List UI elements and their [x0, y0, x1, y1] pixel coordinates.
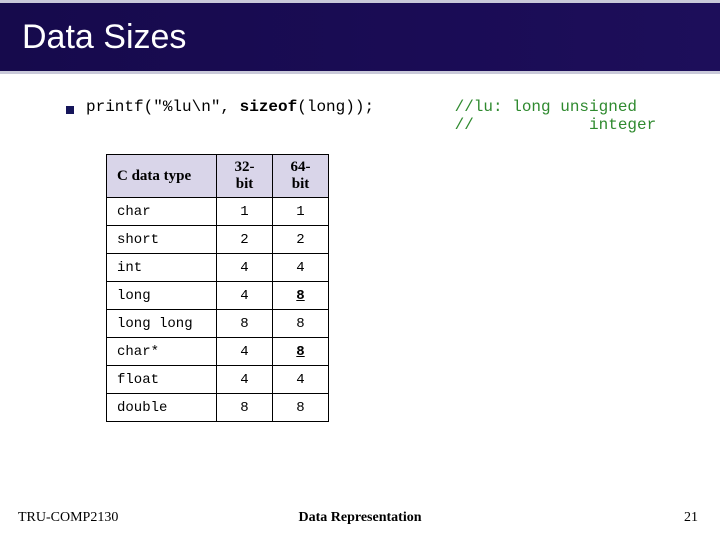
bullet-icon	[66, 106, 74, 114]
cell-64bit: 8	[273, 394, 329, 422]
cell-ctype: short	[107, 226, 217, 254]
code-keyword: sizeof	[240, 98, 298, 116]
table-header-row: C data type 32-bit 64-bit	[107, 155, 329, 198]
table-row: long long88	[107, 310, 329, 338]
cell-32bit: 2	[217, 226, 273, 254]
th-ctype: C data type	[107, 155, 217, 198]
cell-64bit: 8	[273, 282, 329, 310]
th-64bit: 64-bit	[273, 155, 329, 198]
cell-ctype: char	[107, 198, 217, 226]
table-body: char11short22int44long48long long88char*…	[107, 198, 329, 422]
footer-course: TRU-COMP2130	[18, 510, 118, 526]
cell-64bit: 4	[273, 366, 329, 394]
cell-ctype: double	[107, 394, 217, 422]
cell-ctype: long long	[107, 310, 217, 338]
cell-32bit: 1	[217, 198, 273, 226]
title-bar: Data Sizes	[0, 0, 720, 74]
cell-ctype: long	[107, 282, 217, 310]
cell-64bit: 4	[273, 254, 329, 282]
code-part1: printf("%lu\n",	[86, 98, 240, 116]
cell-ctype: int	[107, 254, 217, 282]
cell-32bit: 4	[217, 282, 273, 310]
table-row: short22	[107, 226, 329, 254]
cell-32bit: 4	[217, 254, 273, 282]
cell-32bit: 8	[217, 310, 273, 338]
th-32bit: 32-bit	[217, 155, 273, 198]
data-sizes-table: C data type 32-bit 64-bit char11short22i…	[106, 154, 329, 422]
slide: Data Sizes printf("%lu\n", sizeof(long))…	[0, 0, 720, 540]
cell-64bit: 8	[273, 310, 329, 338]
cell-64bit: 1	[273, 198, 329, 226]
table-row: long48	[107, 282, 329, 310]
cell-32bit: 8	[217, 394, 273, 422]
cell-32bit: 4	[217, 366, 273, 394]
code-line: printf("%lu\n", sizeof(long));	[86, 98, 374, 116]
table-row: char11	[107, 198, 329, 226]
cell-64bit: 2	[273, 226, 329, 254]
footer-pagenum: 21	[684, 510, 698, 526]
table-row: char*48	[107, 338, 329, 366]
cell-ctype: float	[107, 366, 217, 394]
table-row: int44	[107, 254, 329, 282]
comment-line1: //lu: long unsigned	[445, 98, 637, 116]
cell-64bit: 8	[273, 338, 329, 366]
cell-32bit: 4	[217, 338, 273, 366]
table-row: double88	[107, 394, 329, 422]
code-comment: //lu: long unsigned // integer	[445, 98, 656, 134]
footer-title: Data Representation	[298, 510, 421, 526]
code-part2: (long));	[297, 98, 374, 116]
cell-ctype: char*	[107, 338, 217, 366]
slide-title: Data Sizes	[22, 18, 186, 57]
table-row: float44	[107, 366, 329, 394]
comment-line2: // integer	[445, 116, 656, 134]
